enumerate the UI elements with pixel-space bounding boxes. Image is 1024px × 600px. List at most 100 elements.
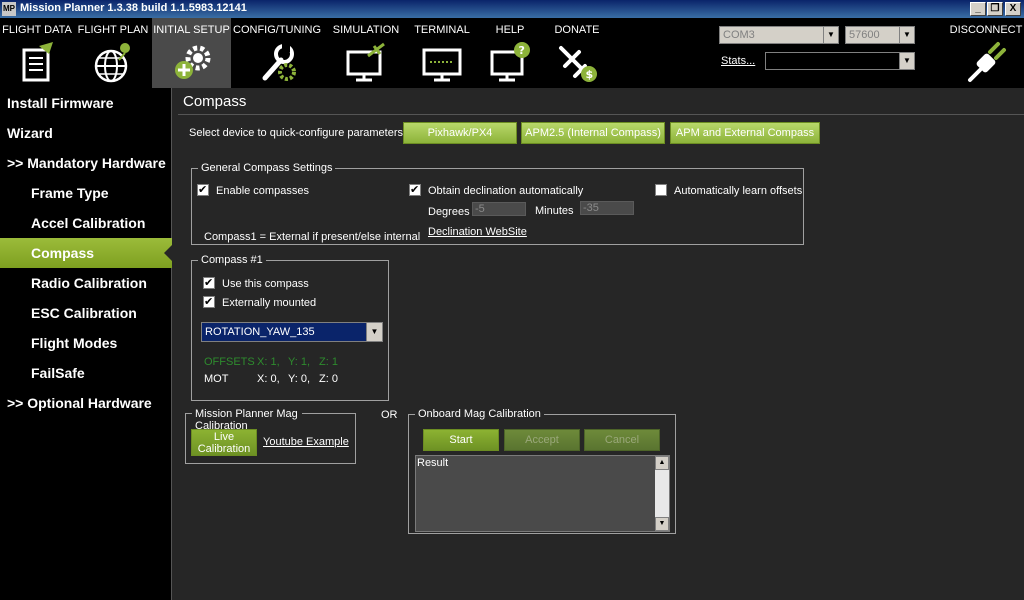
- quick-config-label: Select device to quick-configure paramet…: [189, 127, 407, 139]
- port-select[interactable]: COM3 ▼: [719, 26, 839, 44]
- compass-page: Compass Select device to quick-configure…: [173, 88, 1024, 600]
- externally-mounted-label: Externally mounted: [222, 297, 317, 309]
- setup-sidebar: Install Firmware Wizard >> Mandatory Har…: [0, 88, 172, 600]
- use-this-compass-checkbox[interactable]: [203, 276, 215, 289]
- sidebar-item-compass[interactable]: Compass: [0, 238, 172, 268]
- minutes-label: Minutes: [535, 205, 574, 217]
- chevron-down-icon: ▼: [823, 27, 838, 43]
- offsets-label: OFFSETS: [204, 356, 255, 368]
- youtube-example-link[interactable]: Youtube Example: [263, 436, 349, 448]
- chevron-down-icon: ▼: [899, 27, 914, 43]
- menu-help[interactable]: HELP ?: [475, 18, 545, 88]
- wrench-gear-icon: [262, 44, 296, 81]
- top-menu-bar: FLIGHT DATA FLIGHT PLAN INITIAL SETUP CO…: [0, 18, 1024, 88]
- auto-learn-offsets-label: Automatically learn offsets: [674, 185, 803, 197]
- sidebar-item-esc-calibration[interactable]: ESC Calibration: [0, 298, 172, 328]
- obtain-declination-label: Obtain declination automatically: [428, 185, 584, 197]
- sidebar-item-radio-calibration[interactable]: Radio Calibration: [0, 268, 172, 298]
- live-calibration-button[interactable]: Live Calibration: [191, 429, 257, 456]
- sidebar-item-install-firmware[interactable]: Install Firmware: [0, 88, 172, 118]
- declination-website-link[interactable]: Declination WebSite: [428, 226, 527, 238]
- or-label: OR: [381, 409, 398, 421]
- window-title: Mission Planner 1.3.38 build 1.1.5983.12…: [20, 2, 247, 14]
- degrees-field[interactable]: -5: [472, 202, 526, 216]
- sidebar-item-flight-modes[interactable]: Flight Modes: [0, 328, 172, 358]
- menu-simulation[interactable]: SIMULATION: [323, 18, 409, 88]
- apm25-preset-button[interactable]: APM2.5 (Internal Compass): [521, 122, 665, 144]
- use-this-compass-label: Use this compass: [222, 278, 309, 290]
- svg-text:?: ?: [519, 44, 525, 57]
- start-button[interactable]: Start: [423, 429, 499, 451]
- onboard-mag-calibration-group: Onboard Mag Calibration Start Accept Can…: [408, 408, 676, 534]
- compass1-note: Compass1 = External if present/else inte…: [204, 231, 421, 243]
- baud-select[interactable]: 57600 ▼: [845, 26, 915, 44]
- scroll-up-icon[interactable]: ▲: [655, 456, 669, 470]
- title-divider: [178, 114, 1024, 115]
- maximize-button[interactable]: ❐: [987, 2, 1003, 16]
- apm-external-preset-button[interactable]: APM and External Compass: [670, 122, 820, 144]
- sidebar-item-failsafe[interactable]: FailSafe: [0, 358, 172, 388]
- sidebar-item-frame-type[interactable]: Frame Type: [0, 178, 172, 208]
- general-compass-settings-group: General Compass Settings Enable compasse…: [191, 162, 804, 245]
- sidebar-item-mandatory-hardware[interactable]: >> Mandatory Hardware: [0, 148, 172, 178]
- result-textbox[interactable]: Result ▲ ▼: [415, 455, 670, 532]
- clipboard-icon: [22, 42, 53, 82]
- menu-config-tuning-label: CONFIG/TUNING: [233, 24, 321, 36]
- offsets-y: Y: 1,: [288, 356, 311, 368]
- mot-z: Z: 0: [319, 373, 338, 385]
- plane-dollar-icon: $: [559, 46, 597, 82]
- app-logo-icon: MP: [2, 2, 16, 16]
- offsets-x: X: 1,: [257, 356, 280, 368]
- menu-flight-plan-label: FLIGHT PLAN: [77, 24, 149, 36]
- minimize-button[interactable]: _: [970, 2, 986, 16]
- chevron-down-icon: ▼: [366, 323, 382, 341]
- mp-mag-calibration-group: Mission Planner Mag Calibration Live Cal…: [185, 408, 356, 464]
- page-title: Compass: [183, 93, 247, 110]
- menu-help-label: HELP: [495, 24, 525, 36]
- menu-flight-plan[interactable]: FLIGHT PLAN: [74, 18, 152, 88]
- obtain-declination-checkbox[interactable]: [409, 183, 421, 196]
- pixhawk-preset-button[interactable]: Pixhawk/PX4: [403, 122, 517, 144]
- minutes-field[interactable]: -35: [580, 201, 634, 215]
- cancel-button[interactable]: Cancel: [584, 429, 660, 451]
- orientation-select[interactable]: ROTATION_YAW_135 ▼: [201, 322, 383, 342]
- scroll-down-icon[interactable]: ▼: [655, 517, 669, 531]
- mot-label: MOT: [204, 373, 229, 385]
- sidebar-item-optional-hardware[interactable]: >> Optional Hardware: [0, 388, 172, 418]
- help-monitor-icon: ?: [490, 42, 530, 82]
- menu-donate-label: DONATE: [554, 24, 600, 36]
- sidebar-item-accel-calibration[interactable]: Accel Calibration: [0, 208, 172, 238]
- monitor-plane-icon: [346, 42, 385, 82]
- stats-select[interactable]: ▼: [765, 52, 915, 70]
- sidebar-item-wizard[interactable]: Wizard: [0, 118, 172, 148]
- gear-plus-icon: [174, 45, 210, 79]
- enable-compasses-checkbox[interactable]: [197, 183, 209, 196]
- close-button[interactable]: X: [1005, 2, 1021, 16]
- result-scrollbar[interactable]: ▲ ▼: [655, 456, 669, 531]
- globe-icon: [94, 43, 130, 83]
- externally-mounted-checkbox[interactable]: [203, 295, 215, 308]
- result-label: Result: [417, 457, 449, 469]
- degrees-label: Degrees: [428, 206, 470, 218]
- auto-learn-offsets-checkbox[interactable]: [655, 184, 667, 196]
- menu-terminal-label: TERMINAL: [414, 24, 470, 36]
- menu-initial-setup[interactable]: INITIAL SETUP: [152, 18, 231, 88]
- compass1-title: Compass #1: [198, 254, 266, 266]
- general-settings-title: General Compass Settings: [198, 162, 336, 174]
- menu-initial-setup-label: INITIAL SETUP: [153, 24, 230, 36]
- stats-link[interactable]: Stats...: [721, 55, 755, 67]
- plug-icon: [968, 42, 1006, 82]
- menu-flight-data-label: FLIGHT DATA: [2, 24, 72, 36]
- compass1-group: Compass #1 Use this compass Externally m…: [191, 254, 389, 401]
- menu-flight-data[interactable]: FLIGHT DATA: [0, 18, 74, 88]
- menu-disconnect-label: DISCONNECT: [949, 24, 1023, 36]
- onboard-mag-calibration-title: Onboard Mag Calibration: [415, 408, 544, 420]
- menu-terminal[interactable]: TERMINAL: [409, 18, 475, 88]
- menu-donate[interactable]: DONATE $: [545, 18, 609, 88]
- menu-disconnect[interactable]: DISCONNECT: [948, 18, 1024, 88]
- accept-button[interactable]: Accept: [504, 429, 580, 451]
- offsets-z: Z: 1: [319, 356, 338, 368]
- menu-config-tuning[interactable]: CONFIG/TUNING: [231, 18, 323, 88]
- chevron-down-icon: ▼: [899, 53, 914, 69]
- menu-simulation-label: SIMULATION: [332, 24, 400, 36]
